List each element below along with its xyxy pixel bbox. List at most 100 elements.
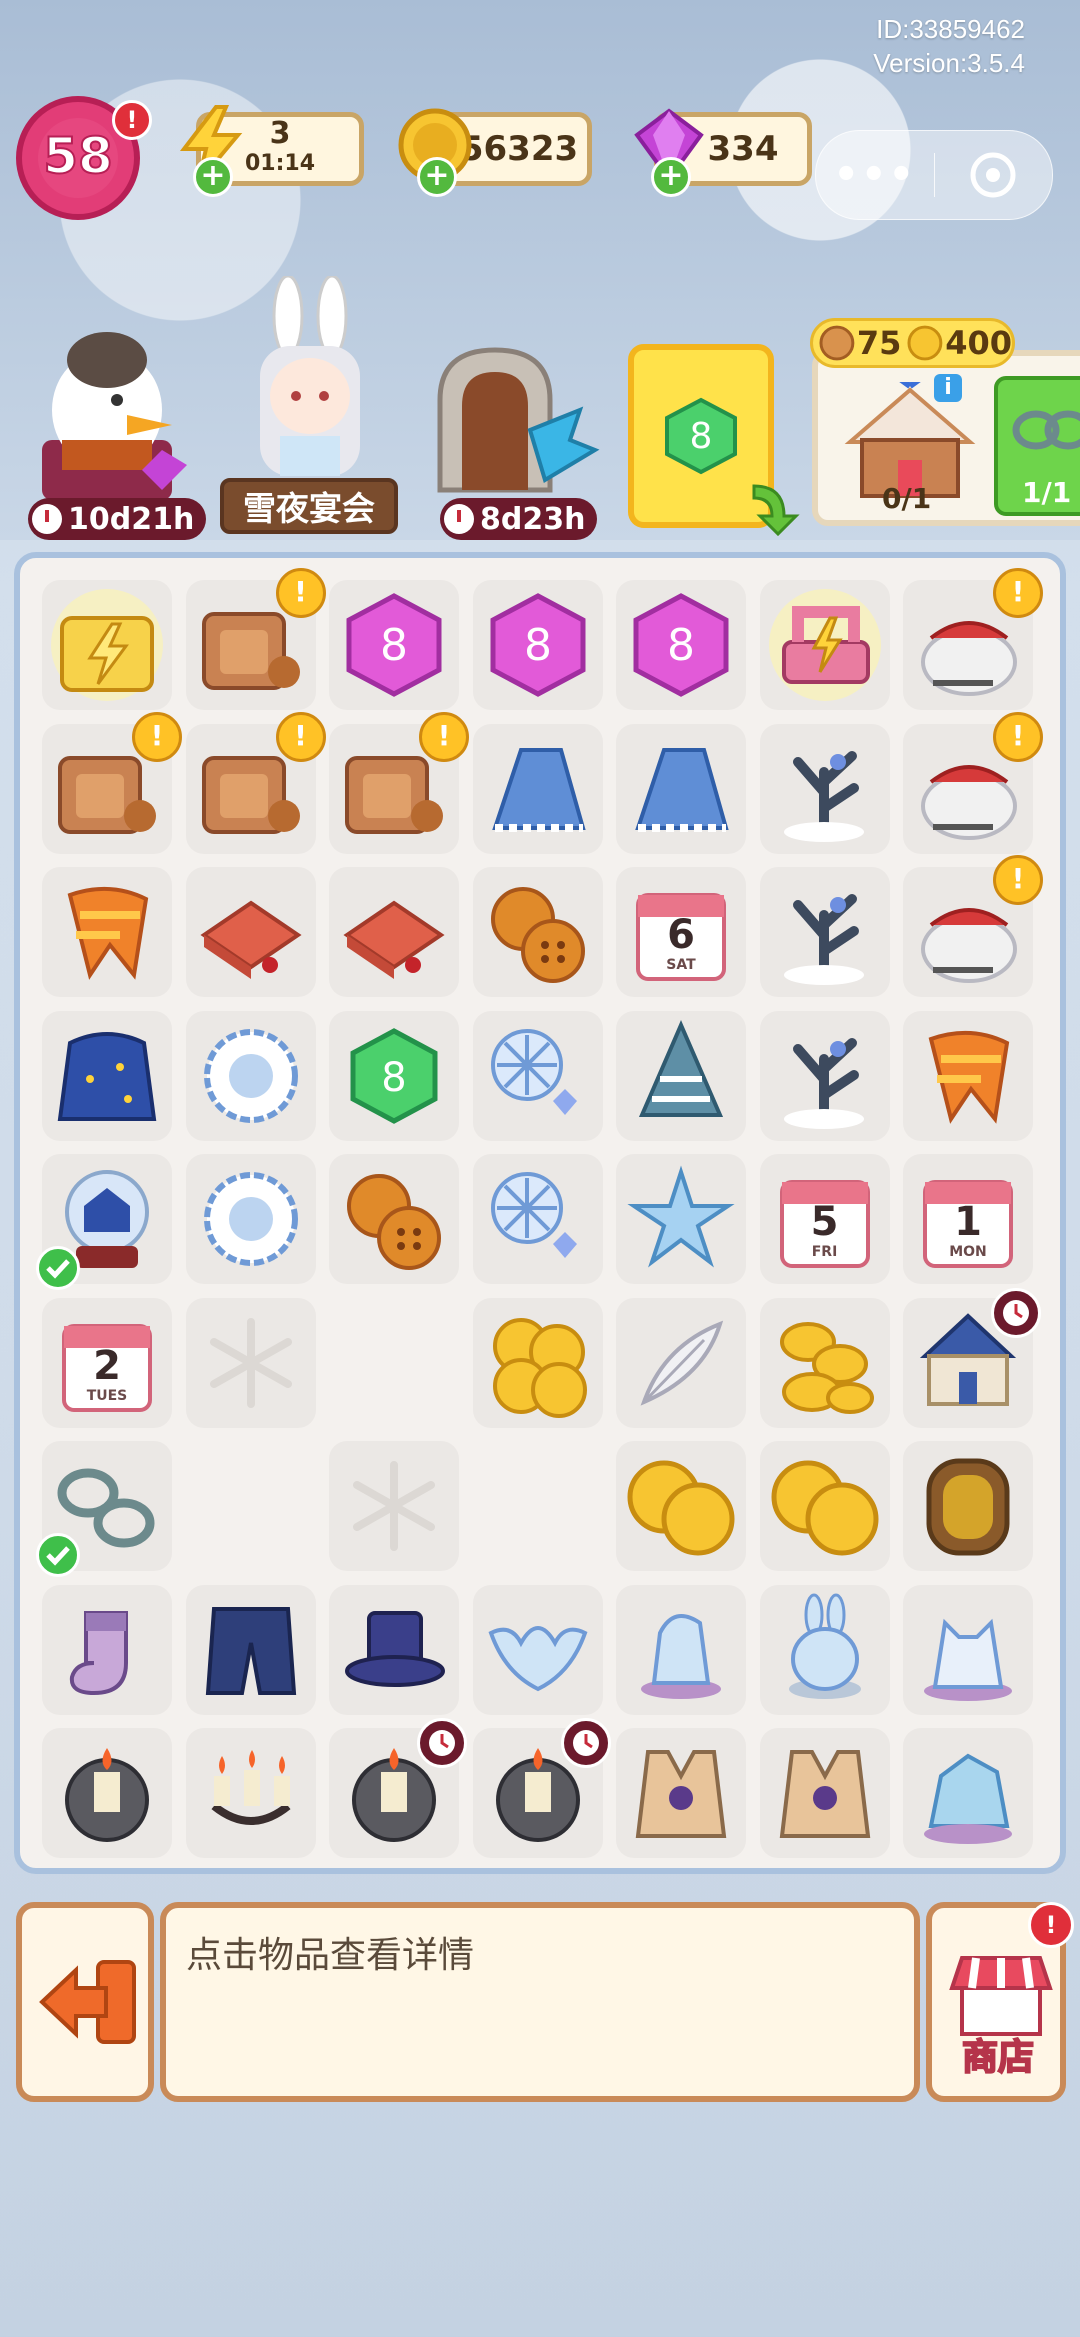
- board-cell[interactable]: [329, 867, 459, 997]
- order-cost-bar: 75 400: [810, 318, 1015, 368]
- board-cell[interactable]: 8: [329, 1010, 459, 1141]
- board-cell[interactable]: !: [42, 711, 182, 854]
- board-cell[interactable]: [185, 1297, 316, 1428]
- door-event[interactable]: [420, 340, 600, 510]
- board-cell[interactable]: [759, 1728, 890, 1858]
- board-cell[interactable]: 8: [616, 580, 746, 710]
- board-cell[interactable]: !: [329, 711, 469, 854]
- gem-counter[interactable]: 334 +: [634, 108, 812, 197]
- board-cell[interactable]: [42, 867, 172, 997]
- board-cell[interactable]: [472, 1010, 603, 1141]
- coin-counter[interactable]: 56323 +: [398, 108, 592, 197]
- event-sign[interactable]: 雪夜宴会: [220, 478, 398, 534]
- board-cell[interactable]: [903, 1441, 1033, 1571]
- board-cell[interactable]: !: [903, 855, 1043, 997]
- board-cell[interactable]: [42, 1010, 172, 1141]
- board-cell[interactable]: [329, 1441, 459, 1571]
- add-gems-button[interactable]: +: [651, 157, 691, 197]
- board-cell[interactable]: [329, 1154, 459, 1284]
- order-panel[interactable]: 0/1 i 1/1: [812, 350, 1080, 526]
- board-cell[interactable]: !: [185, 568, 326, 710]
- pants-icon: [194, 1593, 308, 1707]
- alert-bubble-icon: !: [419, 711, 469, 762]
- duck-event[interactable]: [22, 320, 192, 520]
- board-cell[interactable]: [616, 1010, 746, 1141]
- board-cell[interactable]: [759, 1297, 890, 1428]
- checkmark-icon: [36, 1246, 80, 1290]
- sock-icon: [50, 1593, 164, 1707]
- handcuffs-order-slot[interactable]: 1/1: [994, 376, 1080, 516]
- board-cell[interactable]: [759, 1441, 890, 1571]
- board-cell[interactable]: [329, 1584, 459, 1715]
- board-cell[interactable]: [36, 1441, 172, 1577]
- calendar-weekday: FRI: [811, 1244, 838, 1260]
- board-cell[interactable]: [36, 1154, 172, 1290]
- board-cell[interactable]: [616, 1441, 746, 1571]
- add-energy-button[interactable]: +: [193, 157, 233, 197]
- board-cell[interactable]: !: [185, 711, 326, 854]
- board-cell[interactable]: [903, 1584, 1033, 1715]
- shop-button[interactable]: 商店 !: [926, 1902, 1074, 2102]
- board-cell[interactable]: [185, 867, 316, 997]
- board-cell[interactable]: [472, 723, 603, 854]
- buttons-icon: [337, 1162, 451, 1276]
- board-cell[interactable]: [329, 1718, 467, 1858]
- energy-counter[interactable]: 3 01:14 +: [179, 105, 364, 197]
- coins-big-icon: [624, 1449, 738, 1563]
- board-cell[interactable]: 6 SAT: [616, 867, 746, 997]
- calendar-day-number: 6: [667, 912, 695, 958]
- board-cell[interactable]: 5 FRI: [759, 1154, 890, 1284]
- item-description-box: 点击物品查看详情: [160, 1902, 920, 2102]
- pink-gem-icon: 8: [481, 588, 595, 702]
- board-cell[interactable]: [759, 867, 890, 997]
- mirror-portal-icon: [911, 1449, 1025, 1563]
- board-cell[interactable]: [472, 1297, 603, 1428]
- close-target-button[interactable]: [935, 151, 1053, 199]
- info-icon[interactable]: i: [934, 374, 962, 402]
- board-cell[interactable]: [42, 580, 172, 710]
- board-cell[interactable]: [903, 1010, 1033, 1141]
- board-cell[interactable]: 1 MON: [903, 1154, 1033, 1284]
- blue-cloth-icon: [481, 732, 595, 846]
- version-label: Version:3.5.4: [873, 48, 1025, 78]
- snowflakes-icon: [481, 1162, 595, 1276]
- board-cell[interactable]: [759, 1584, 890, 1715]
- board-cell[interactable]: !: [903, 568, 1043, 710]
- board-cell[interactable]: [42, 1728, 172, 1858]
- exit-button[interactable]: [16, 1902, 154, 2102]
- board-cell[interactable]: [42, 1584, 172, 1715]
- calendar-weekday: TUES: [86, 1387, 128, 1404]
- board-cell[interactable]: [185, 1010, 316, 1141]
- shop-alert-badge: !: [1028, 1902, 1074, 1948]
- board-cell[interactable]: 8: [329, 580, 459, 710]
- svg-text:8: 8: [667, 620, 695, 671]
- board-cell[interactable]: [903, 1728, 1033, 1858]
- board-cell[interactable]: [759, 723, 890, 854]
- board-cell[interactable]: [903, 1287, 1041, 1428]
- board-cell[interactable]: 8: [472, 580, 603, 710]
- board-cell[interactable]: [472, 1154, 603, 1284]
- board-cell[interactable]: [185, 1584, 316, 1715]
- board-cell[interactable]: !: [903, 711, 1043, 854]
- board-cell[interactable]: [472, 1718, 611, 1858]
- board-cell[interactable]: [616, 1297, 746, 1428]
- more-menu-button[interactable]: •••: [816, 152, 934, 198]
- board-cell[interactable]: [185, 1728, 316, 1858]
- board-cell[interactable]: [759, 580, 890, 710]
- coins-stack-icon: [768, 1306, 882, 1420]
- bunny-event[interactable]: [220, 274, 400, 486]
- board-cell[interactable]: [759, 1010, 890, 1141]
- board-cell[interactable]: [616, 1584, 746, 1715]
- board-cell[interactable]: [472, 867, 603, 997]
- top-hat-icon: [337, 1593, 451, 1707]
- board-cell[interactable]: [616, 1728, 746, 1858]
- board-cell[interactable]: 2 TUES: [42, 1297, 172, 1428]
- board-cell[interactable]: [616, 723, 746, 854]
- add-coins-button[interactable]: +: [417, 157, 457, 197]
- sewing-machine-icon: [768, 588, 882, 702]
- board-cell[interactable]: [472, 1584, 603, 1715]
- board-cell[interactable]: [616, 1154, 746, 1284]
- snowy-tree-icon: [768, 875, 882, 989]
- board-cell[interactable]: [185, 1154, 316, 1284]
- timer-clock-icon: [560, 1718, 611, 1768]
